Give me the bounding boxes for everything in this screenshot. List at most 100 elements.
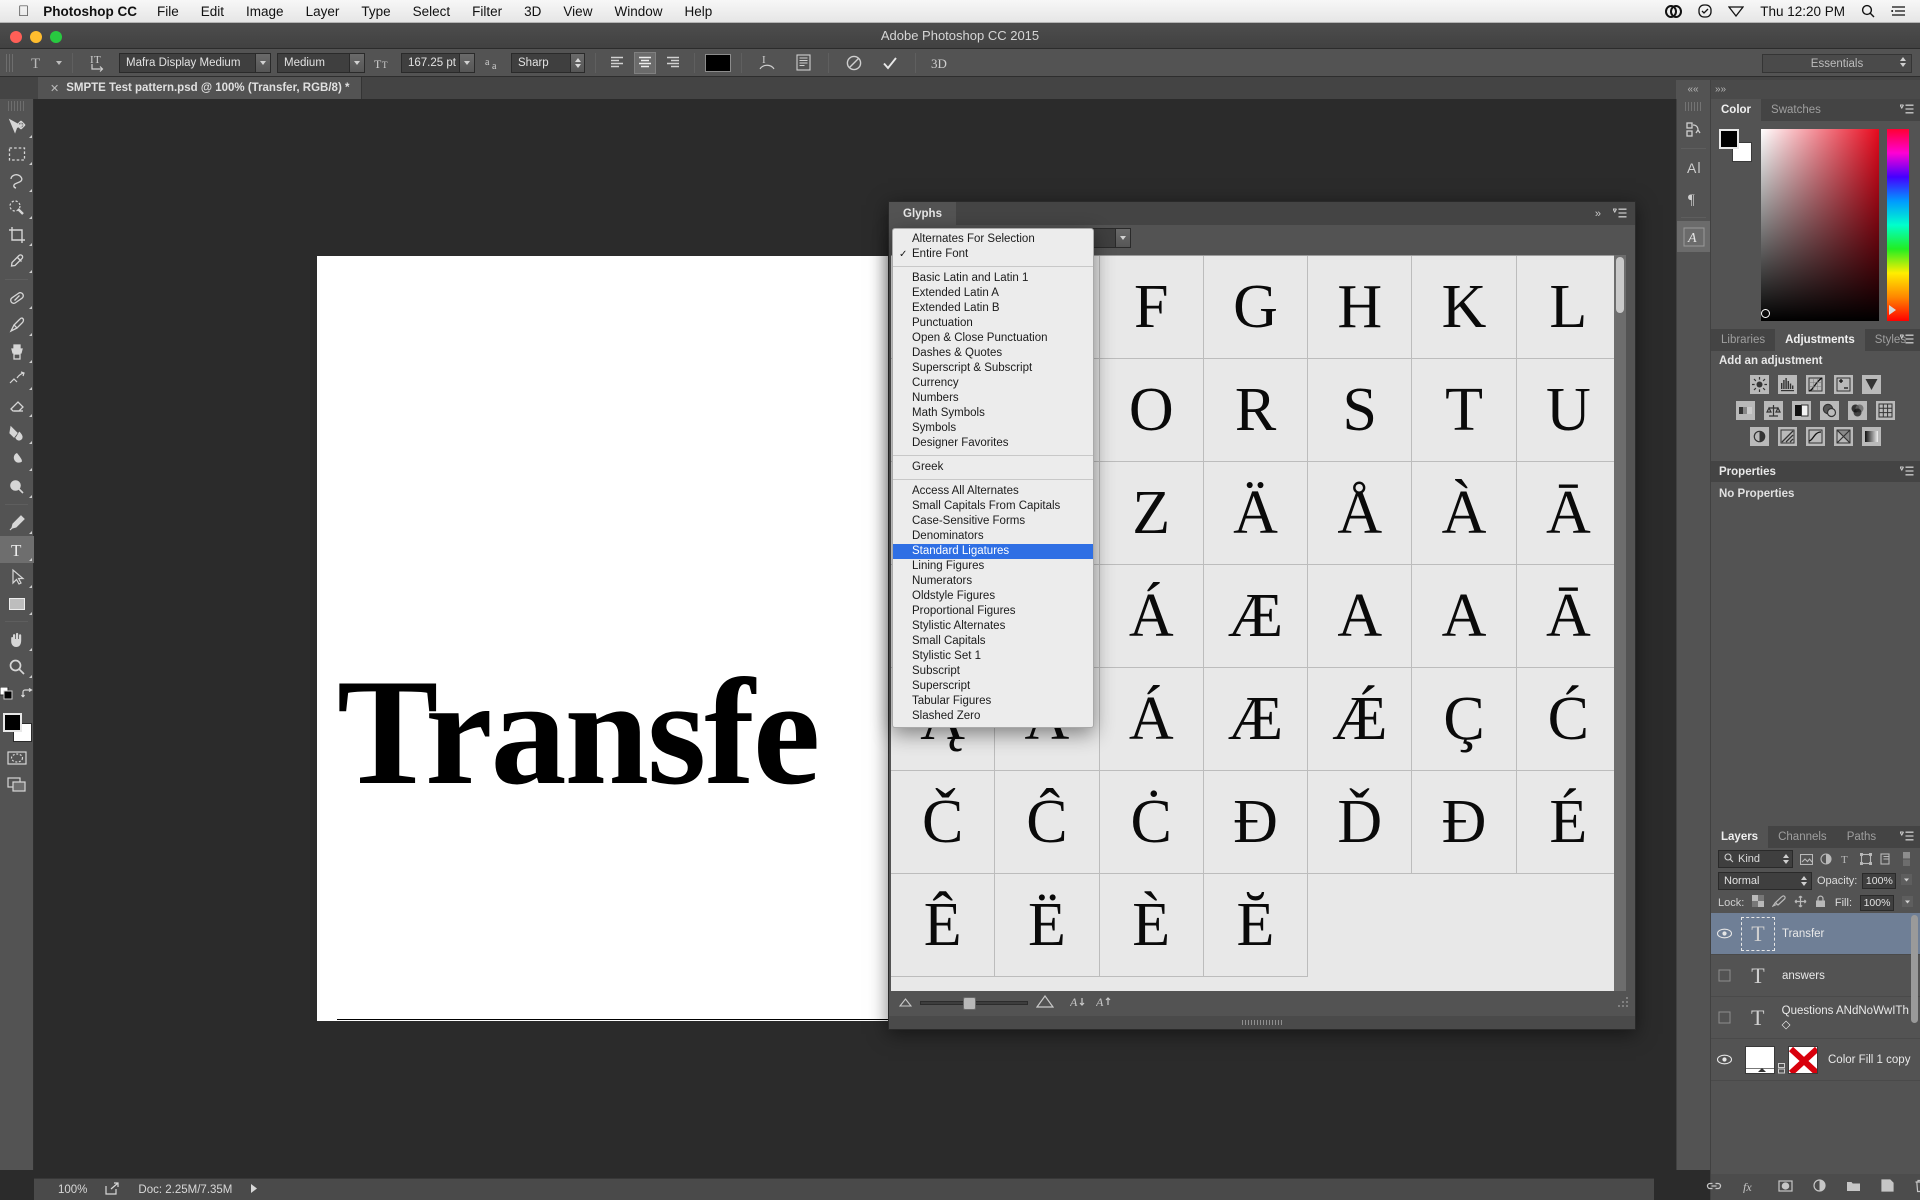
layer-row[interactable]: T Questions ANdNoWwITh ◇ xyxy=(1711,997,1920,1039)
threshold-icon[interactable] xyxy=(1806,427,1825,446)
tools-panel-gripper[interactable] xyxy=(8,101,25,111)
exposure-icon[interactable] xyxy=(1834,375,1853,394)
glyph-size-slider[interactable] xyxy=(920,997,1028,1010)
menu-item[interactable]: ✓ Entire Font xyxy=(893,247,1093,262)
layer-row[interactable]: Color Fill 1 copy xyxy=(1711,1039,1920,1081)
font-size-input[interactable]: 167.25 pt xyxy=(401,52,475,73)
lock-image-icon[interactable] xyxy=(1771,895,1787,910)
menubar-clock[interactable]: Thu 12:20 PM xyxy=(1760,4,1845,19)
selective-color-icon[interactable] xyxy=(1862,427,1881,446)
menu-item[interactable]: Numerators xyxy=(893,574,1093,589)
glyph-cell[interactable]: Á xyxy=(1099,565,1204,668)
color-swatches[interactable] xyxy=(0,710,34,744)
foreground-color-swatch[interactable] xyxy=(1719,129,1739,149)
menu-image[interactable]: Image xyxy=(246,4,284,19)
glyph-cell[interactable]: A xyxy=(1412,565,1517,668)
layer-mask-icon[interactable] xyxy=(1777,1179,1793,1195)
glyph-cell[interactable]: Ê xyxy=(891,874,996,977)
color-picker-body[interactable] xyxy=(1711,121,1920,329)
move-tool[interactable] xyxy=(0,113,34,140)
new-adjustment-icon[interactable] xyxy=(1812,1179,1826,1195)
glyph-cell[interactable]: Č xyxy=(891,771,996,874)
panel-menu-icon[interactable] xyxy=(1612,208,1627,222)
menu-3d[interactable]: 3D xyxy=(524,4,541,19)
glyph-cell[interactable]: Ä xyxy=(1203,462,1309,565)
glyph-cell[interactable]: T xyxy=(1412,359,1517,462)
type-tool-icon[interactable]: T xyxy=(24,52,48,74)
tab-adjustments[interactable]: Adjustments xyxy=(1775,329,1865,351)
glyph-cell[interactable]: Z xyxy=(1099,462,1204,565)
menu-item[interactable]: Symbols xyxy=(893,421,1093,436)
color-picker-cursor[interactable] xyxy=(1761,309,1770,318)
glyph-cell[interactable]: È xyxy=(1099,874,1204,977)
cancel-edit-icon[interactable] xyxy=(839,52,869,74)
anti-alias-select[interactable]: Sharp xyxy=(511,52,585,73)
commit-edit-icon[interactable] xyxy=(875,52,905,74)
font-size-icon[interactable]: TT xyxy=(371,52,395,74)
glyphs-panel-icon[interactable]: A xyxy=(1677,221,1711,252)
crop-tool[interactable] xyxy=(0,221,34,248)
menu-item[interactable]: Lining Figures xyxy=(893,559,1093,574)
menu-item[interactable]: Proportional Figures xyxy=(893,604,1093,619)
panel-menu-icon[interactable] xyxy=(1899,466,1914,480)
menu-item[interactable]: Case-Sensitive Forms xyxy=(893,514,1093,529)
menu-view[interactable]: View xyxy=(563,4,592,19)
menu-item[interactable]: Superscript & Subscript xyxy=(893,361,1093,376)
menu-item[interactable]: Currency xyxy=(893,376,1093,391)
close-button[interactable] xyxy=(10,31,22,43)
scrollbar-thumb[interactable] xyxy=(1911,915,1918,1023)
filter-image-icon[interactable] xyxy=(1799,852,1813,867)
eraser-tool[interactable] xyxy=(0,392,34,419)
hand-tool[interactable] xyxy=(0,626,34,653)
vibrance-icon[interactable] xyxy=(1862,375,1881,394)
layer-thumbnail[interactable]: T xyxy=(1741,916,1775,951)
filter-shape-icon[interactable] xyxy=(1860,852,1873,867)
glyph-cell[interactable]: Ë xyxy=(995,874,1100,977)
menu-file[interactable]: File xyxy=(157,4,179,19)
clock-check-icon[interactable] xyxy=(1698,4,1712,18)
swap-colors-icon[interactable] xyxy=(21,687,33,703)
tab-properties-label[interactable]: Properties xyxy=(1719,466,1776,478)
menu-item[interactable]: Denominators xyxy=(893,529,1093,544)
color-balance-icon[interactable] xyxy=(1764,401,1783,420)
glyph-cell[interactable]: Á xyxy=(1099,668,1204,771)
collapse-panel-icon[interactable]: » xyxy=(1595,208,1601,220)
glyph-cell[interactable]: Ď xyxy=(1308,771,1413,874)
history-brush-tool[interactable] xyxy=(0,365,34,392)
layer-thumbnail[interactable]: T xyxy=(1741,959,1775,993)
quick-mask-icon[interactable] xyxy=(0,744,34,771)
scrollbar-thumb[interactable] xyxy=(1616,257,1624,313)
menu-item[interactable]: Subscript xyxy=(893,664,1093,679)
fill-chevron-down-icon[interactable] xyxy=(1902,895,1913,910)
glyph-cell[interactable]: K xyxy=(1412,256,1517,359)
glyph-cell[interactable]: Æ xyxy=(1203,565,1309,668)
blur-tool[interactable] xyxy=(0,446,34,473)
eye-hidden-icon[interactable] xyxy=(1715,969,1734,982)
tool-preset-chevron-down-icon[interactable] xyxy=(56,60,62,65)
zoom-button[interactable] xyxy=(50,31,62,43)
saturation-value-field[interactable] xyxy=(1761,129,1879,321)
font-family-chevron-down-icon[interactable] xyxy=(255,53,270,72)
menu-item[interactable]: Alternates For Selection xyxy=(893,232,1093,247)
new-layer-icon[interactable] xyxy=(1880,1179,1894,1195)
menu-edit[interactable]: Edit xyxy=(201,4,224,19)
hue-slider-knob[interactable] xyxy=(1889,305,1896,315)
clone-stamp-tool[interactable] xyxy=(0,338,34,365)
glyph-cell[interactable]: Å xyxy=(1308,462,1413,565)
panel-menu-icon[interactable] xyxy=(1899,104,1914,118)
glyph-cell[interactable]: À xyxy=(1412,462,1517,565)
curves-icon[interactable] xyxy=(1806,375,1825,394)
glyph-cell[interactable]: F xyxy=(1099,256,1204,359)
levels-icon[interactable] xyxy=(1778,375,1797,394)
brush-tool[interactable] xyxy=(0,311,34,338)
lock-transparent-icon[interactable] xyxy=(1752,895,1765,910)
foreground-color-swatch[interactable] xyxy=(3,713,22,732)
layers-list[interactable]: T Transfer Tanswers T Questions ANdNoWwITh ◇… xyxy=(1711,913,1920,1081)
tab-color[interactable]: Color xyxy=(1711,99,1762,121)
blend-mode-select[interactable]: Normal xyxy=(1718,872,1812,890)
layer-style-icon[interactable]: fx xyxy=(1742,1179,1758,1196)
close-tab-icon[interactable]: ✕ xyxy=(50,82,59,95)
invert-icon[interactable] xyxy=(1750,427,1769,446)
glyph-cell[interactable]: O xyxy=(1099,359,1204,462)
glyph-cell[interactable]: Ç xyxy=(1412,668,1517,771)
